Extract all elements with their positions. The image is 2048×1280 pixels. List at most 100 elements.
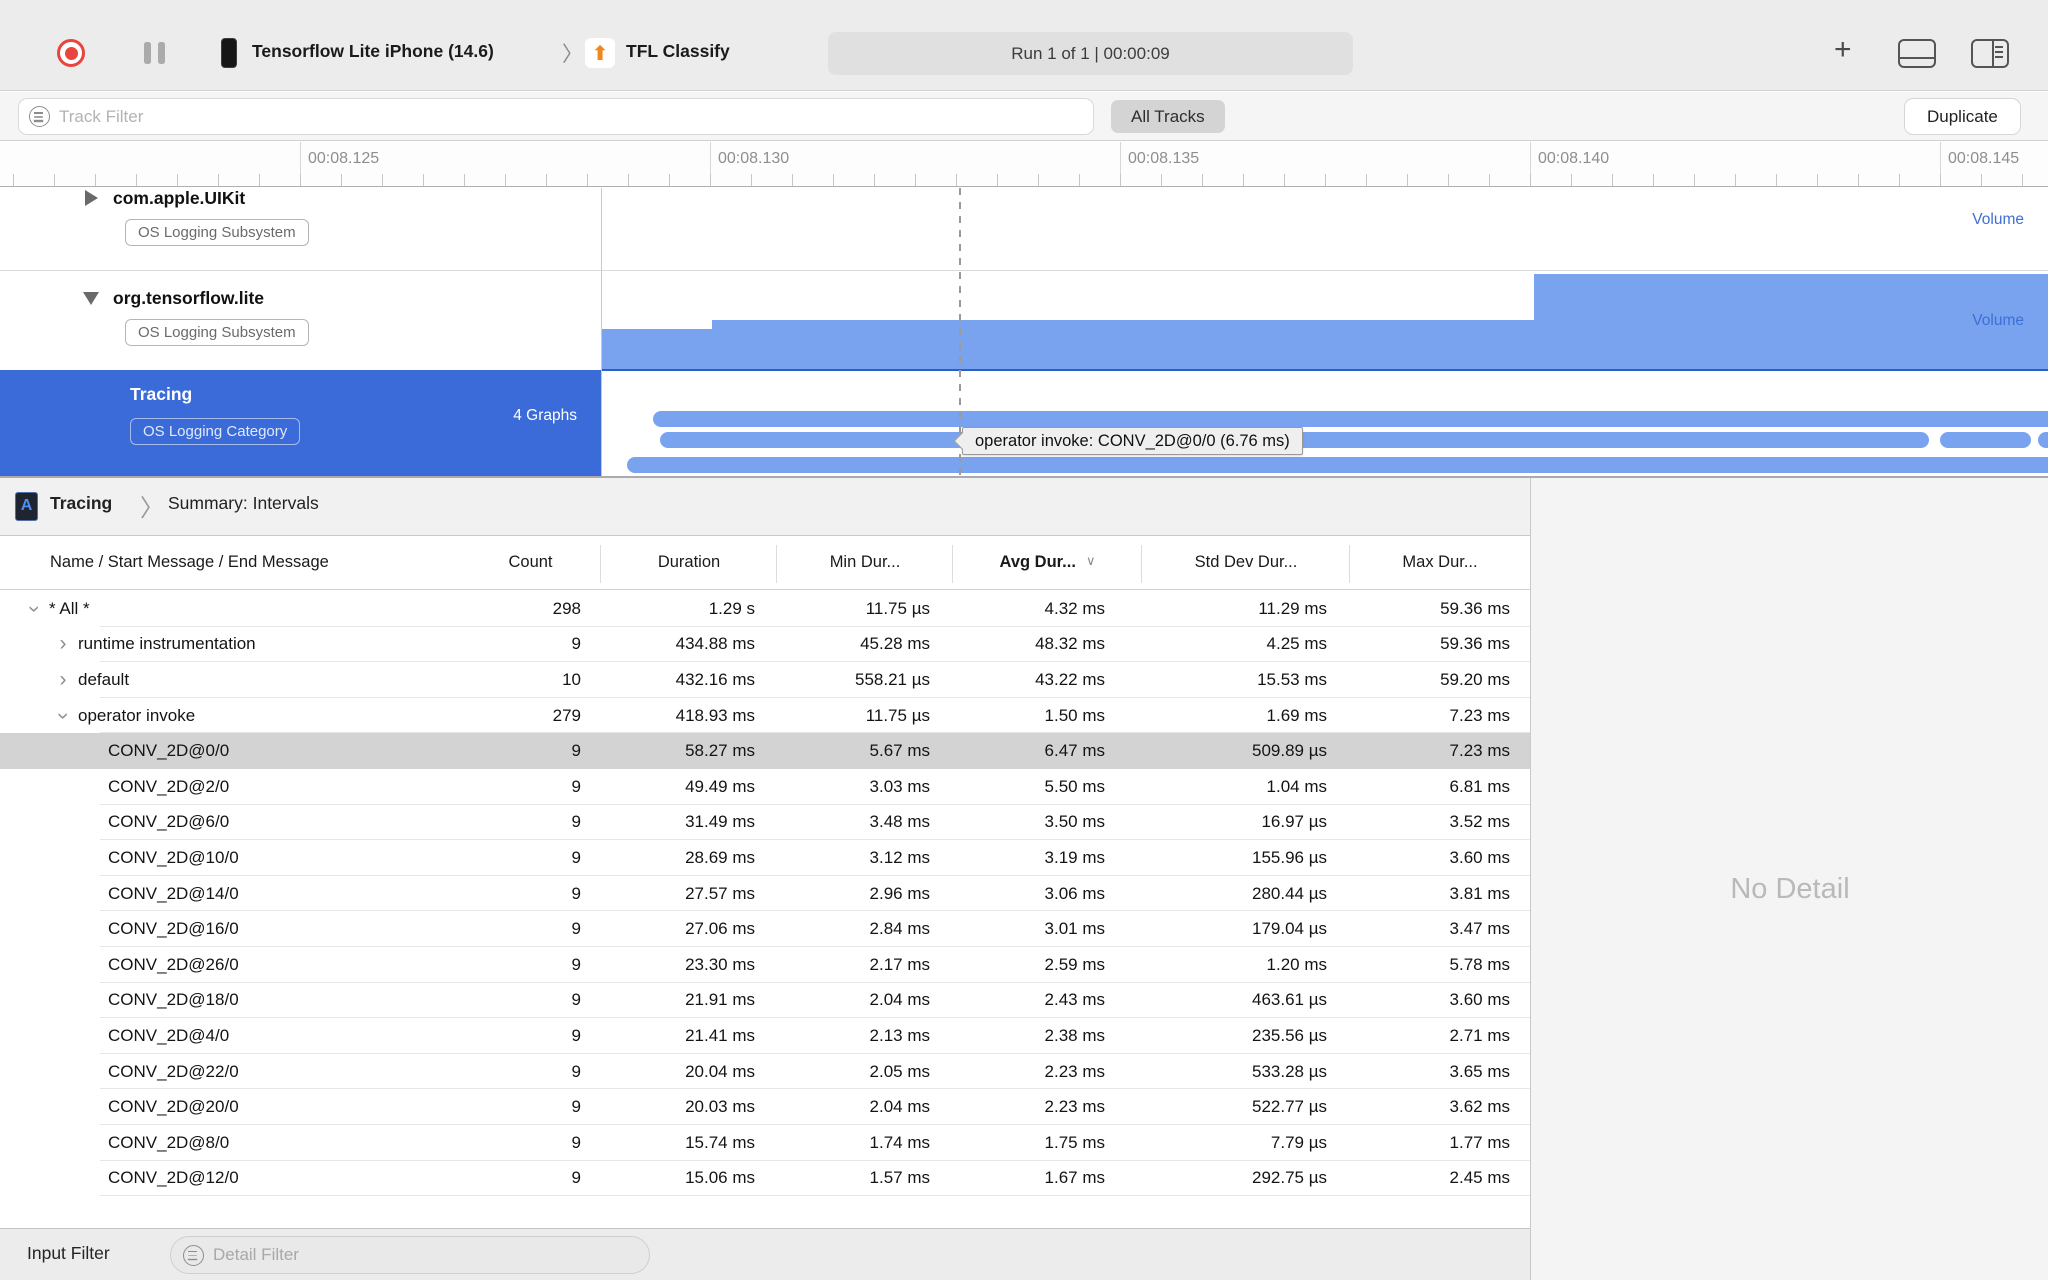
timeline-ruler[interactable]: 00:08.125 00:08.130 00:08.135 00:08.140 00:0… bbox=[0, 142, 2048, 187]
table-row[interactable]: CONV_2D@14/0 9 27.57 ms 2.96 ms 3.06 ms 280.4… bbox=[0, 876, 1530, 912]
ruler-tick bbox=[300, 174, 301, 186]
track-filter-bar: All Tracks Duplicate bbox=[0, 92, 2048, 141]
cell-max-dur: 7.23 ms bbox=[1449, 741, 1510, 761]
cell-avg-dur: 3.19 ms bbox=[1044, 847, 1105, 867]
cell-max-dur: 3.60 ms bbox=[1449, 847, 1510, 867]
trace-document-icon: A bbox=[15, 491, 38, 521]
pause-button[interactable] bbox=[144, 42, 168, 64]
cell-avg-dur: 43.22 ms bbox=[1035, 669, 1105, 689]
ruler-tick bbox=[505, 174, 506, 186]
ruler-tick bbox=[1202, 174, 1203, 186]
table-row[interactable]: CONV_2D@6/0 9 31.49 ms 3.48 ms 3.50 ms 16.97 … bbox=[0, 805, 1530, 841]
ruler-tick bbox=[1612, 174, 1613, 186]
ruler-tick bbox=[1735, 174, 1736, 186]
interval-capsule[interactable] bbox=[1940, 432, 2031, 448]
ruler-time-label: 00:08.140 bbox=[1538, 150, 1610, 167]
interval-capsule[interactable] bbox=[2038, 432, 2048, 448]
cell-duration: 27.06 ms bbox=[685, 919, 755, 939]
disclosure-expanded-icon[interactable] bbox=[83, 292, 99, 305]
cell-min-dur: 558.21 µs bbox=[854, 669, 930, 689]
column-header-name[interactable]: Name / Start Message / End Message bbox=[0, 553, 460, 572]
track-filter-field[interactable] bbox=[18, 98, 1094, 135]
cell-count: 9 bbox=[571, 776, 581, 796]
disclosure-collapsed-icon[interactable] bbox=[85, 190, 98, 206]
toggle-right-panel-button[interactable] bbox=[1971, 39, 2009, 68]
column-header-duration[interactable]: Duration bbox=[601, 545, 777, 583]
breadcrumb-page[interactable]: Summary: Intervals bbox=[168, 493, 319, 514]
column-header-avg-dur[interactable]: Avg Dur... ∨ bbox=[953, 545, 1142, 583]
sidebar-timeline-divider bbox=[601, 188, 602, 477]
cell-duration: 15.06 ms bbox=[685, 1168, 755, 1188]
track-tracing-selected[interactable]: Tracing OS Logging Category 4 Graphs bbox=[0, 370, 601, 477]
cell-duration: 27.57 ms bbox=[685, 883, 755, 903]
cell-count: 9 bbox=[571, 1132, 581, 1152]
volume-graph-segment[interactable] bbox=[712, 320, 1534, 370]
track-title-tensorflow[interactable]: org.tensorflow.lite bbox=[113, 288, 264, 309]
cell-count: 9 bbox=[571, 634, 581, 654]
interval-capsule[interactable] bbox=[653, 411, 2048, 427]
table-row[interactable]: CONV_2D@22/0 9 20.04 ms 2.05 ms 2.23 ms 533.2… bbox=[0, 1054, 1530, 1090]
table-row[interactable]: › runtime instrumentation 9 434.88 ms 45.28 … bbox=[0, 627, 1530, 663]
cell-avg-dur: 3.06 ms bbox=[1044, 883, 1105, 903]
row-name-label: CONV_2D@2/0 bbox=[108, 776, 230, 796]
table-row[interactable]: CONV_2D@4/0 9 21.41 ms 2.13 ms 2.38 ms 235.56… bbox=[0, 1018, 1530, 1054]
add-instrument-button[interactable]: + bbox=[1834, 33, 1852, 67]
cell-duration: 31.49 ms bbox=[685, 812, 755, 832]
record-button[interactable] bbox=[57, 39, 85, 67]
track-title-uikit[interactable]: com.apple.UIKit bbox=[113, 188, 245, 209]
table-row[interactable]: CONV_2D@26/0 9 23.30 ms 2.17 ms 2.59 ms 1.20 … bbox=[0, 947, 1530, 983]
table-row[interactable]: CONV_2D@20/0 9 20.03 ms 2.04 ms 2.23 ms 522.7… bbox=[0, 1089, 1530, 1125]
breadcrumb-root[interactable]: Tracing bbox=[50, 493, 112, 514]
table-row[interactable]: CONV_2D@18/0 9 21.91 ms 2.04 ms 2.43 ms 463.6… bbox=[0, 983, 1530, 1019]
table-row[interactable]: CONV_2D@12/0 9 15.06 ms 1.57 ms 1.67 ms 292.7… bbox=[0, 1161, 1530, 1197]
column-header-count[interactable]: Count bbox=[460, 545, 601, 583]
cell-min-dur: 2.84 ms bbox=[869, 919, 930, 939]
volume-graph-segment[interactable] bbox=[601, 329, 712, 370]
ruler-tick bbox=[751, 174, 752, 186]
table-row[interactable]: › default 10 432.16 ms 558.21 µs 43.22 ms 15.5… bbox=[0, 662, 1530, 698]
target-selector[interactable]: TFL Classify bbox=[626, 41, 730, 62]
row-name-label: CONV_2D@10/0 bbox=[108, 847, 239, 867]
row-name-label: default bbox=[78, 669, 130, 689]
ruler-tick bbox=[136, 174, 137, 186]
detail-filter-field[interactable] bbox=[170, 1236, 650, 1274]
ruler-tick bbox=[259, 174, 260, 186]
interval-capsule[interactable] bbox=[627, 457, 2048, 473]
row-name-label: CONV_2D@4/0 bbox=[108, 1025, 230, 1045]
table-row[interactable]: CONV_2D@8/0 9 15.74 ms 1.74 ms 1.75 ms 7.79 µ… bbox=[0, 1125, 1530, 1161]
cell-avg-dur: 1.50 ms bbox=[1044, 705, 1105, 725]
cell-count: 9 bbox=[571, 847, 581, 867]
track-filter-input[interactable] bbox=[59, 106, 1017, 127]
ruler-tick bbox=[997, 174, 998, 186]
cell-min-dur: 1.57 ms bbox=[869, 1168, 930, 1188]
table-row[interactable]: › operator invoke 279 418.93 ms 11.75 µs 1.50… bbox=[0, 698, 1530, 734]
table-row[interactable]: CONV_2D@0/0 9 58.27 ms 5.67 ms 6.47 ms 509.89… bbox=[0, 733, 1530, 769]
cell-std-dev-dur: 1.20 ms bbox=[1266, 954, 1327, 974]
cell-duration: 23.30 ms bbox=[685, 954, 755, 974]
detail-filter-input[interactable] bbox=[213, 1245, 610, 1265]
table-row[interactable]: CONV_2D@2/0 9 49.49 ms 3.03 ms 5.50 ms 1.04 m… bbox=[0, 769, 1530, 805]
ruler-tick bbox=[1694, 174, 1695, 186]
cell-duration: 432.16 ms bbox=[675, 669, 755, 689]
table-row[interactable]: › * All * 298 1.29 s 11.75 µs 4.32 ms 11.29 ms… bbox=[0, 591, 1530, 627]
device-selector[interactable]: Tensorflow Lite iPhone (14.6) bbox=[252, 41, 494, 62]
cell-avg-dur: 1.67 ms bbox=[1044, 1168, 1105, 1188]
selection-highlight-line bbox=[601, 369, 2048, 371]
column-header-min-dur[interactable]: Min Dur... bbox=[777, 545, 953, 583]
column-header-max-dur[interactable]: Max Dur... bbox=[1350, 553, 1530, 572]
cell-duration: 28.69 ms bbox=[685, 847, 755, 867]
duplicate-button[interactable]: Duplicate bbox=[1904, 98, 2021, 135]
column-header-std-dev-dur[interactable]: Std Dev Dur... bbox=[1142, 545, 1350, 583]
track-badge: OS Logging Subsystem bbox=[125, 219, 309, 246]
cell-duration: 434.88 ms bbox=[675, 634, 755, 654]
toggle-bottom-panel-button[interactable] bbox=[1898, 39, 1936, 68]
volume-graph-segment[interactable] bbox=[1534, 274, 2048, 370]
instruments-window: Tensorflow Lite iPhone (14.6) 〉 ⬆ TFL Cl… bbox=[0, 0, 2048, 1280]
table-row[interactable]: CONV_2D@10/0 9 28.69 ms 3.12 ms 3.19 ms 155.9… bbox=[0, 840, 1530, 876]
all-tracks-button[interactable]: All Tracks bbox=[1111, 100, 1225, 133]
cell-count: 9 bbox=[571, 741, 581, 761]
ruler-tick bbox=[95, 174, 96, 186]
ruler-tick bbox=[1899, 174, 1900, 186]
ruler-time-label: 00:08.125 bbox=[308, 150, 380, 167]
table-row[interactable]: CONV_2D@16/0 9 27.06 ms 2.84 ms 3.01 ms 179.0… bbox=[0, 911, 1530, 947]
